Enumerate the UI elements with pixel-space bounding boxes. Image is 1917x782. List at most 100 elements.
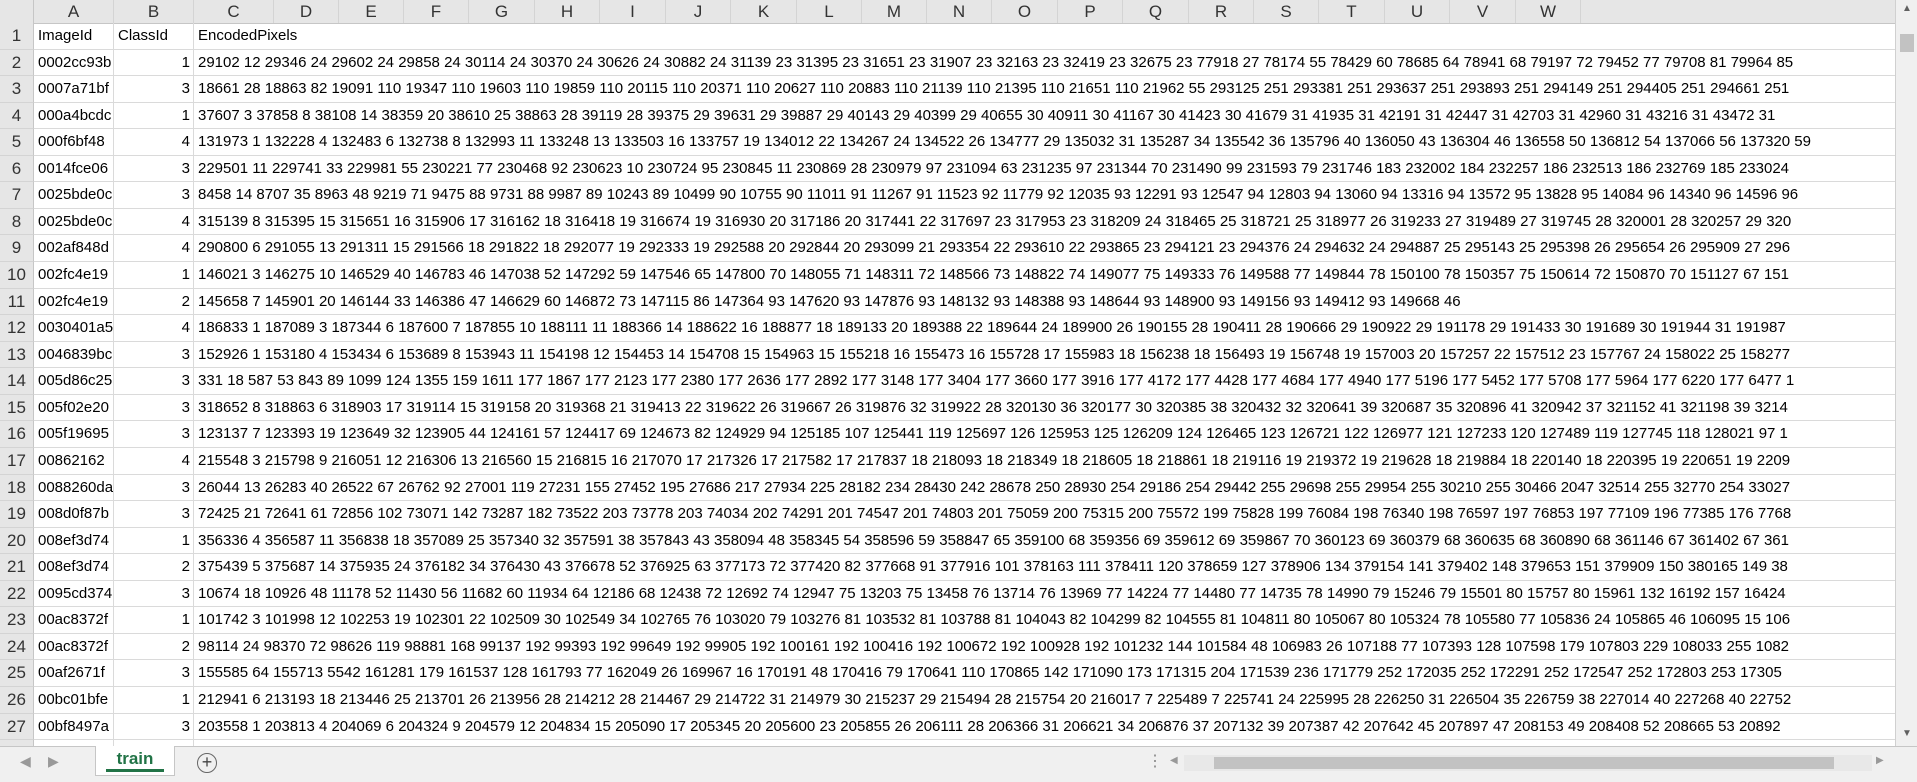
vertical-scroll-thumb[interactable] (1900, 34, 1914, 52)
cell-classid[interactable]: 1 (114, 687, 194, 714)
cell-classid[interactable]: 4 (114, 235, 194, 263)
cell-encodedpixels[interactable]: 375439 5 375687 14 375935 24 376182 34 3… (194, 554, 1895, 581)
cell-imageid[interactable]: 000f6bf48 (34, 129, 114, 156)
cell-classid[interactable]: 4 (114, 208, 194, 236)
cell-imageid[interactable]: 0025bde0c (34, 208, 114, 236)
row-header[interactable]: 4 (0, 102, 34, 130)
column-header-g[interactable]: G (469, 0, 535, 23)
cell-encodedpixels[interactable]: 215548 3 215798 9 216051 12 216306 13 21… (194, 448, 1895, 475)
cell-classid[interactable]: 3 (114, 501, 194, 528)
cell-imageid[interactable]: 0046839bc (34, 341, 114, 369)
cell-imageid[interactable]: 00bf8497a (34, 713, 114, 741)
row-header[interactable]: 13 (0, 341, 34, 369)
column-header-f[interactable]: F (404, 0, 469, 23)
scroll-down-arrow-icon[interactable]: ▼ (1896, 728, 1917, 739)
cell-imageid[interactable]: 008d0f87b (34, 501, 114, 528)
cell-imageid[interactable]: 005f19695 (34, 421, 114, 448)
header-cell-imageid[interactable]: ImageId (34, 23, 114, 50)
prev-sheet-icon[interactable]: ◀ (20, 753, 31, 770)
cell-classid[interactable]: 3 (114, 421, 194, 448)
row-header[interactable]: 18 (0, 474, 34, 502)
cell-classid[interactable]: 1 (114, 527, 194, 555)
cell-imageid[interactable]: 005d86c25 (34, 368, 114, 395)
cell-encodedpixels[interactable]: 152926 1 153180 4 153434 6 153689 8 1539… (194, 342, 1895, 369)
row-header[interactable]: 14 (0, 368, 34, 395)
cell-encodedpixels[interactable]: 331 18 587 53 843 89 1099 124 1355 159 1… (194, 368, 1895, 395)
cell-encodedpixels[interactable]: 10674 18 10926 48 11178 52 11430 56 1168… (194, 581, 1895, 608)
cell-classid[interactable]: 1 (114, 607, 194, 634)
cell-imageid[interactable]: 00ac8372f (34, 633, 114, 661)
horizontal-scroll-thumb[interactable] (1214, 757, 1834, 769)
column-header-d[interactable]: D (274, 0, 339, 23)
cell-encodedpixels[interactable]: 37607 3 37858 8 38108 14 38359 20 38610 … (194, 103, 1895, 130)
row-header[interactable]: 16 (0, 421, 34, 448)
cell-classid[interactable]: 3 (114, 713, 194, 741)
cell-imageid[interactable]: 008ef3d74 (34, 554, 114, 581)
column-header-c[interactable]: C (194, 0, 274, 23)
cell-classid[interactable]: 3 (114, 76, 194, 103)
row-header[interactable]: 26 (0, 687, 34, 714)
cell-imageid[interactable]: 005f02e20 (34, 394, 114, 422)
cell-encodedpixels[interactable]: 318652 8 318863 6 318903 17 319114 15 31… (194, 395, 1895, 422)
cell-imageid[interactable]: 000a4bcdc (34, 102, 114, 130)
row-header[interactable]: 25 (0, 660, 34, 687)
cell-classid[interactable]: 4 (114, 447, 194, 475)
cell-classid[interactable]: 4 (114, 129, 194, 156)
column-header-v[interactable]: V (1450, 0, 1516, 23)
row-header[interactable]: 12 (0, 315, 34, 342)
cell-imageid[interactable]: 002fc4e19 (34, 288, 114, 316)
vertical-scrollbar[interactable]: ▲ ▼ (1895, 0, 1917, 746)
header-cell-classid[interactable]: ClassId (114, 23, 194, 50)
column-header-s[interactable]: S (1254, 0, 1319, 23)
column-header-i[interactable]: I (600, 0, 666, 23)
row-header[interactable]: 23 (0, 607, 34, 634)
column-header-a[interactable]: A (34, 0, 114, 23)
more-options-icon[interactable]: ⋮ (1147, 751, 1163, 771)
column-header-u[interactable]: U (1385, 0, 1450, 23)
row-header[interactable]: 5 (0, 129, 34, 156)
row-header[interactable]: 9 (0, 235, 34, 263)
cell-classid[interactable]: 1 (114, 49, 194, 77)
cell-imageid[interactable]: 0002cc93b (34, 49, 114, 77)
spreadsheet-grid[interactable]: ABCDEFGHIJKLMNOPQRSTUVW 1 ImageId ClassId E… (0, 0, 1895, 746)
add-sheet-icon[interactable]: + (197, 753, 217, 773)
column-header-w[interactable]: W (1516, 0, 1581, 23)
cell-encodedpixels[interactable]: 72425 21 72641 61 72856 102 73071 142 73… (194, 501, 1895, 528)
row-header[interactable]: 1 (0, 23, 34, 50)
cell-classid[interactable]: 3 (114, 580, 194, 608)
row-header[interactable]: 22 (0, 580, 34, 608)
column-header-t[interactable]: T (1319, 0, 1385, 23)
row-header[interactable]: 21 (0, 554, 34, 581)
cell-imageid[interactable]: 00ac8372f (34, 607, 114, 634)
cell-classid[interactable]: 1 (114, 262, 194, 289)
cell-encodedpixels[interactable]: 155585 64 155713 5542 161281 179 161537 … (194, 660, 1895, 687)
row-header[interactable]: 27 (0, 713, 34, 741)
scroll-left-arrow-icon[interactable]: ◀ (1170, 755, 1178, 766)
cell-encodedpixels[interactable]: 131973 1 132228 4 132483 6 132738 8 1329… (194, 129, 1895, 156)
cell-encodedpixels[interactable]: 29102 12 29346 24 29602 24 29858 24 3011… (194, 50, 1895, 77)
cell-encodedpixels[interactable]: 186833 1 187089 3 187344 6 187600 7 1878… (194, 315, 1895, 342)
cell-classid[interactable]: 3 (114, 368, 194, 395)
row-header[interactable]: 19 (0, 501, 34, 528)
row-header[interactable]: 7 (0, 182, 34, 209)
cell-encodedpixels[interactable]: 146021 3 146275 10 146529 40 146783 46 1… (194, 262, 1895, 289)
cell-imageid[interactable]: 002af848d (34, 235, 114, 263)
cell-encodedpixels[interactable]: 8458 14 8707 35 8963 48 9219 71 9475 88 … (194, 182, 1895, 209)
cell-imageid[interactable]: 00bc01bfe (34, 687, 114, 714)
row-header[interactable]: 20 (0, 527, 34, 555)
header-cell-encodedpixels[interactable]: EncodedPixels (194, 23, 1895, 50)
scroll-up-arrow-icon[interactable]: ▲ (1896, 3, 1917, 14)
horizontal-scrollbar[interactable]: ◀ ▶ (1170, 755, 1890, 771)
row-header[interactable]: 11 (0, 288, 34, 316)
row-header[interactable]: 17 (0, 447, 34, 475)
column-header-k[interactable]: K (731, 0, 797, 23)
cell-encodedpixels[interactable]: 123137 7 123393 19 123649 32 123905 44 1… (194, 421, 1895, 448)
cell-encodedpixels[interactable]: 145658 7 145901 20 146144 33 146386 47 1… (194, 289, 1895, 316)
cell-encodedpixels[interactable]: 18661 28 18863 82 19091 110 19347 110 19… (194, 76, 1895, 103)
cell-imageid[interactable]: 0007a71bf (34, 76, 114, 103)
cell-classid[interactable]: 3 (114, 182, 194, 209)
column-header-b[interactable]: B (114, 0, 194, 23)
cell-imageid[interactable]: 008ef3d74 (34, 527, 114, 555)
cell-encodedpixels[interactable]: 290800 6 291055 13 291311 15 291566 18 2… (194, 235, 1895, 263)
cell-encodedpixels[interactable]: 356336 4 356587 11 356838 18 357089 25 3… (194, 528, 1895, 555)
